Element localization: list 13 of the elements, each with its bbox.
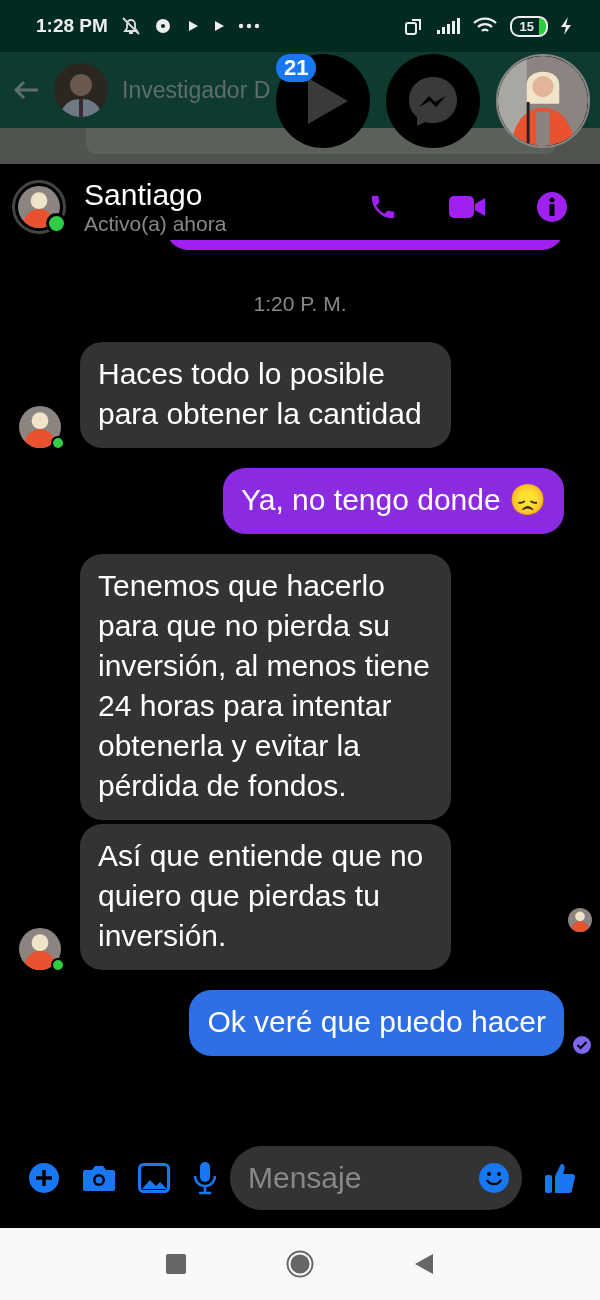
chat-title: Investigador D (122, 76, 271, 104)
message-bubble: Ok veré que puedo hacer (189, 990, 564, 1056)
active-status: Activo(a) ahora (84, 212, 227, 236)
status-time: 1:28 PM (36, 15, 108, 37)
message-field[interactable]: Mensaje (230, 1146, 522, 1210)
timestamp: 1:20 P. M. (253, 292, 347, 316)
battery-indicator: 15 (509, 15, 548, 37)
message-bubble: Así que entiende que no quiero que pierdas tu inversión. (80, 824, 451, 970)
contact-name: Santiago (84, 178, 204, 212)
unread-badge: 21 (276, 54, 317, 82)
message-bubble: Tenemos que hacerlo para que no pierda su inversión, al menos tiene 24 horas para intentar obtenerla y evitar la pérdida de fondos. (80, 554, 451, 820)
message-bubble: Ya, no tengo donde 😞 (223, 468, 564, 534)
message-bubble: Haces todo lo posible para obtener la cantidad (80, 342, 451, 448)
